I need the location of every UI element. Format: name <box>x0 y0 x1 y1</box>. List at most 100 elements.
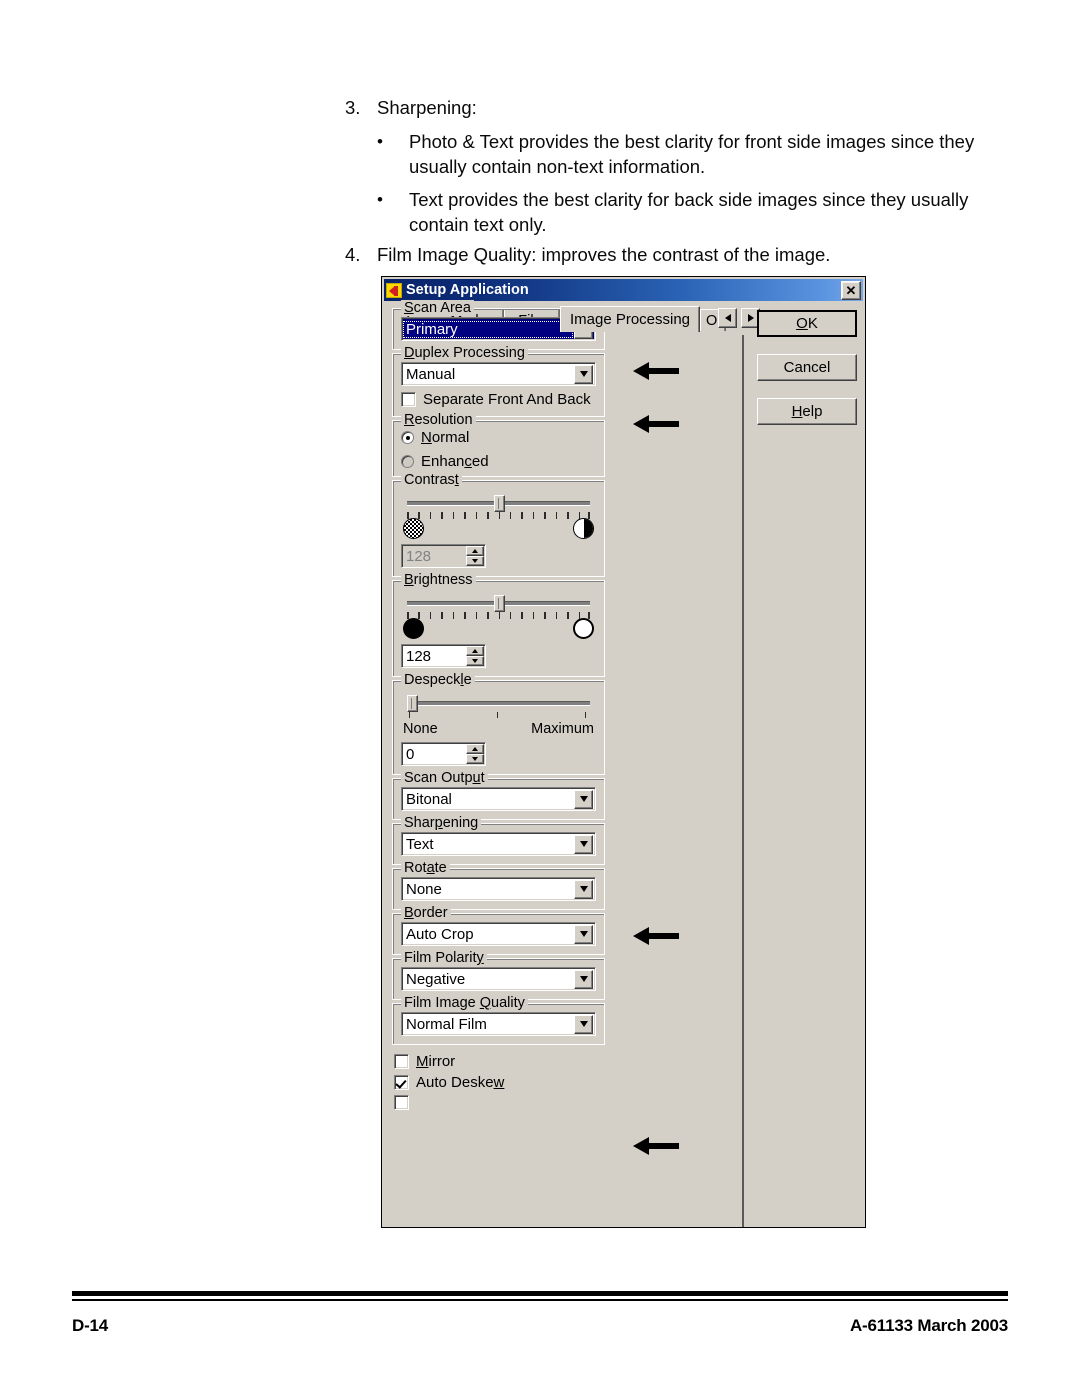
arrow-shaft <box>649 1142 679 1149</box>
separate-front-back-row[interactable]: Separate Front And Back <box>401 391 596 408</box>
despeckle-min-label: None <box>403 721 438 737</box>
rotate-combo[interactable]: None <box>401 877 596 901</box>
clipped-checkbox[interactable] <box>394 1095 409 1110</box>
bullet-item-2: • Text provides the best clarity for bac… <box>377 187 977 237</box>
duplex-processing-combo[interactable]: Manual <box>401 362 596 386</box>
auto-deskew-checkbox[interactable] <box>394 1075 409 1090</box>
list-text: Sharpening: <box>377 97 477 118</box>
list-number: 4. <box>345 244 361 265</box>
group-label: Resolution <box>401 412 476 428</box>
chevron-down-icon[interactable] <box>574 924 593 944</box>
brightness-spinner[interactable]: 128 <box>401 644 486 668</box>
arrow-head-icon <box>617 926 649 945</box>
chevron-down-icon[interactable] <box>574 1014 593 1034</box>
bullet-glyph-icon: • <box>377 132 383 151</box>
dialog-button-column: OK Cancel Help <box>757 310 857 442</box>
group-film-image-quality: Film Image Quality Normal Film <box>392 995 605 1045</box>
radio-enhanced[interactable] <box>401 455 414 468</box>
contrast-value: 128 <box>406 547 432 565</box>
spinner-down-icon[interactable] <box>466 656 484 666</box>
resolution-option-normal[interactable]: Normal <box>401 429 596 446</box>
radio-enhanced-label: Enhanced <box>421 453 489 470</box>
group-film-polarity: Film Polarity Negative <box>392 950 605 1000</box>
tab-image-processing[interactable]: Image Processing <box>560 306 700 332</box>
separate-front-back-checkbox[interactable] <box>401 392 416 407</box>
tab-label: Image Processing <box>569 311 691 328</box>
rotate-value: None <box>406 880 442 898</box>
chevron-down-icon[interactable] <box>574 789 593 809</box>
panel-divider <box>742 335 744 1227</box>
arrow-head-icon <box>617 414 649 433</box>
brightness-spinner-buttons[interactable] <box>466 646 484 666</box>
ok-button-label: OK <box>796 315 818 332</box>
chevron-down-icon[interactable] <box>574 834 593 854</box>
resolution-option-enhanced[interactable]: Enhanced <box>401 453 596 470</box>
group-label: Rotate <box>401 860 450 876</box>
brightness-slider-ticks <box>407 612 590 620</box>
arrow-head-icon <box>617 1136 649 1155</box>
kodak-k-icon <box>386 282 402 298</box>
arrow-shaft <box>649 932 679 939</box>
group-label: Film Polarity <box>401 950 487 966</box>
scan-output-value: Bitonal <box>406 790 452 808</box>
half-circle-icon <box>573 518 594 539</box>
despeckle-max-label: Maximum <box>531 721 594 737</box>
spinner-down-icon[interactable] <box>466 556 484 566</box>
border-value: Auto Crop <box>406 925 474 943</box>
auto-deskew-row[interactable]: Auto Deskew <box>394 1074 737 1091</box>
list-text: Film Image Quality: improves the contras… <box>377 244 831 265</box>
spinner-down-icon[interactable] <box>466 754 484 764</box>
spinner-up-icon[interactable] <box>466 546 484 556</box>
despeckle-endpoints: None Maximum <box>401 721 596 737</box>
ok-button[interactable]: OK <box>757 310 857 337</box>
empty-circle-icon <box>573 618 594 639</box>
group-duplex-processing: Duplex Processing Manual Separate Front … <box>392 345 605 417</box>
close-icon[interactable]: ✕ <box>841 281 861 300</box>
contrast-slider-thumb[interactable] <box>493 495 505 512</box>
despeckle-spinner[interactable]: 0 <box>401 742 486 766</box>
annotation-arrow-film-image-quality <box>617 1136 679 1155</box>
annotation-arrow-duplex <box>617 414 679 433</box>
clipped-checkbox-row[interactable] <box>394 1095 737 1110</box>
film-image-quality-value: Normal Film <box>406 1015 487 1033</box>
arrow-shaft <box>649 420 679 427</box>
auto-deskew-label: Auto Deskew <box>416 1074 505 1091</box>
despeckle-slider[interactable] <box>407 695 590 712</box>
chevron-down-icon[interactable] <box>574 879 593 899</box>
film-polarity-value: Negative <box>406 970 466 988</box>
contrast-endpoints <box>401 518 596 539</box>
group-label: Scan Output <box>401 770 488 786</box>
scan-output-combo[interactable]: Bitonal <box>401 787 596 811</box>
group-resolution: Resolution Normal Enhanced <box>392 412 605 477</box>
contrast-spinner-buttons[interactable] <box>466 546 484 566</box>
brightness-slider-thumb[interactable] <box>493 595 505 612</box>
spinner-up-icon[interactable] <box>466 646 484 656</box>
scan-area-value: Primary <box>403 320 573 338</box>
brightness-endpoints <box>401 618 596 639</box>
bullet-text: Text provides the best clarity for back … <box>409 189 969 235</box>
bullet-text: Photo & Text provides the best clarity f… <box>409 131 975 177</box>
spinner-up-icon[interactable] <box>466 744 484 754</box>
despeckle-spinner-buttons[interactable] <box>466 744 484 764</box>
help-button[interactable]: Help <box>757 398 857 425</box>
contrast-spinner[interactable]: 128 <box>401 544 486 568</box>
film-polarity-combo[interactable]: Negative <box>401 967 596 991</box>
mirror-checkbox[interactable] <box>394 1054 409 1069</box>
radio-normal[interactable] <box>401 431 414 444</box>
dialog-title: Setup Application <box>406 282 529 298</box>
despeckle-slider-thumb[interactable] <box>407 695 418 712</box>
film-image-quality-combo[interactable]: Normal Film <box>401 1012 596 1036</box>
group-label: Film Image Quality <box>401 995 528 1011</box>
despeckle-slider-ticks <box>407 712 590 720</box>
mirror-row[interactable]: Mirror <box>394 1053 737 1070</box>
chevron-down-icon[interactable] <box>574 364 593 384</box>
contrast-slider[interactable] <box>407 495 590 512</box>
sharpening-value: Text <box>406 835 434 853</box>
radio-normal-label: Normal <box>421 429 470 446</box>
sharpening-combo[interactable]: Text <box>401 832 596 856</box>
border-combo[interactable]: Auto Crop <box>401 922 596 946</box>
cancel-button[interactable]: Cancel <box>757 354 857 381</box>
brightness-slider[interactable] <box>407 595 590 612</box>
group-despeckle: Despeckle None Maximum 0 <box>392 672 605 775</box>
chevron-down-icon[interactable] <box>574 969 593 989</box>
